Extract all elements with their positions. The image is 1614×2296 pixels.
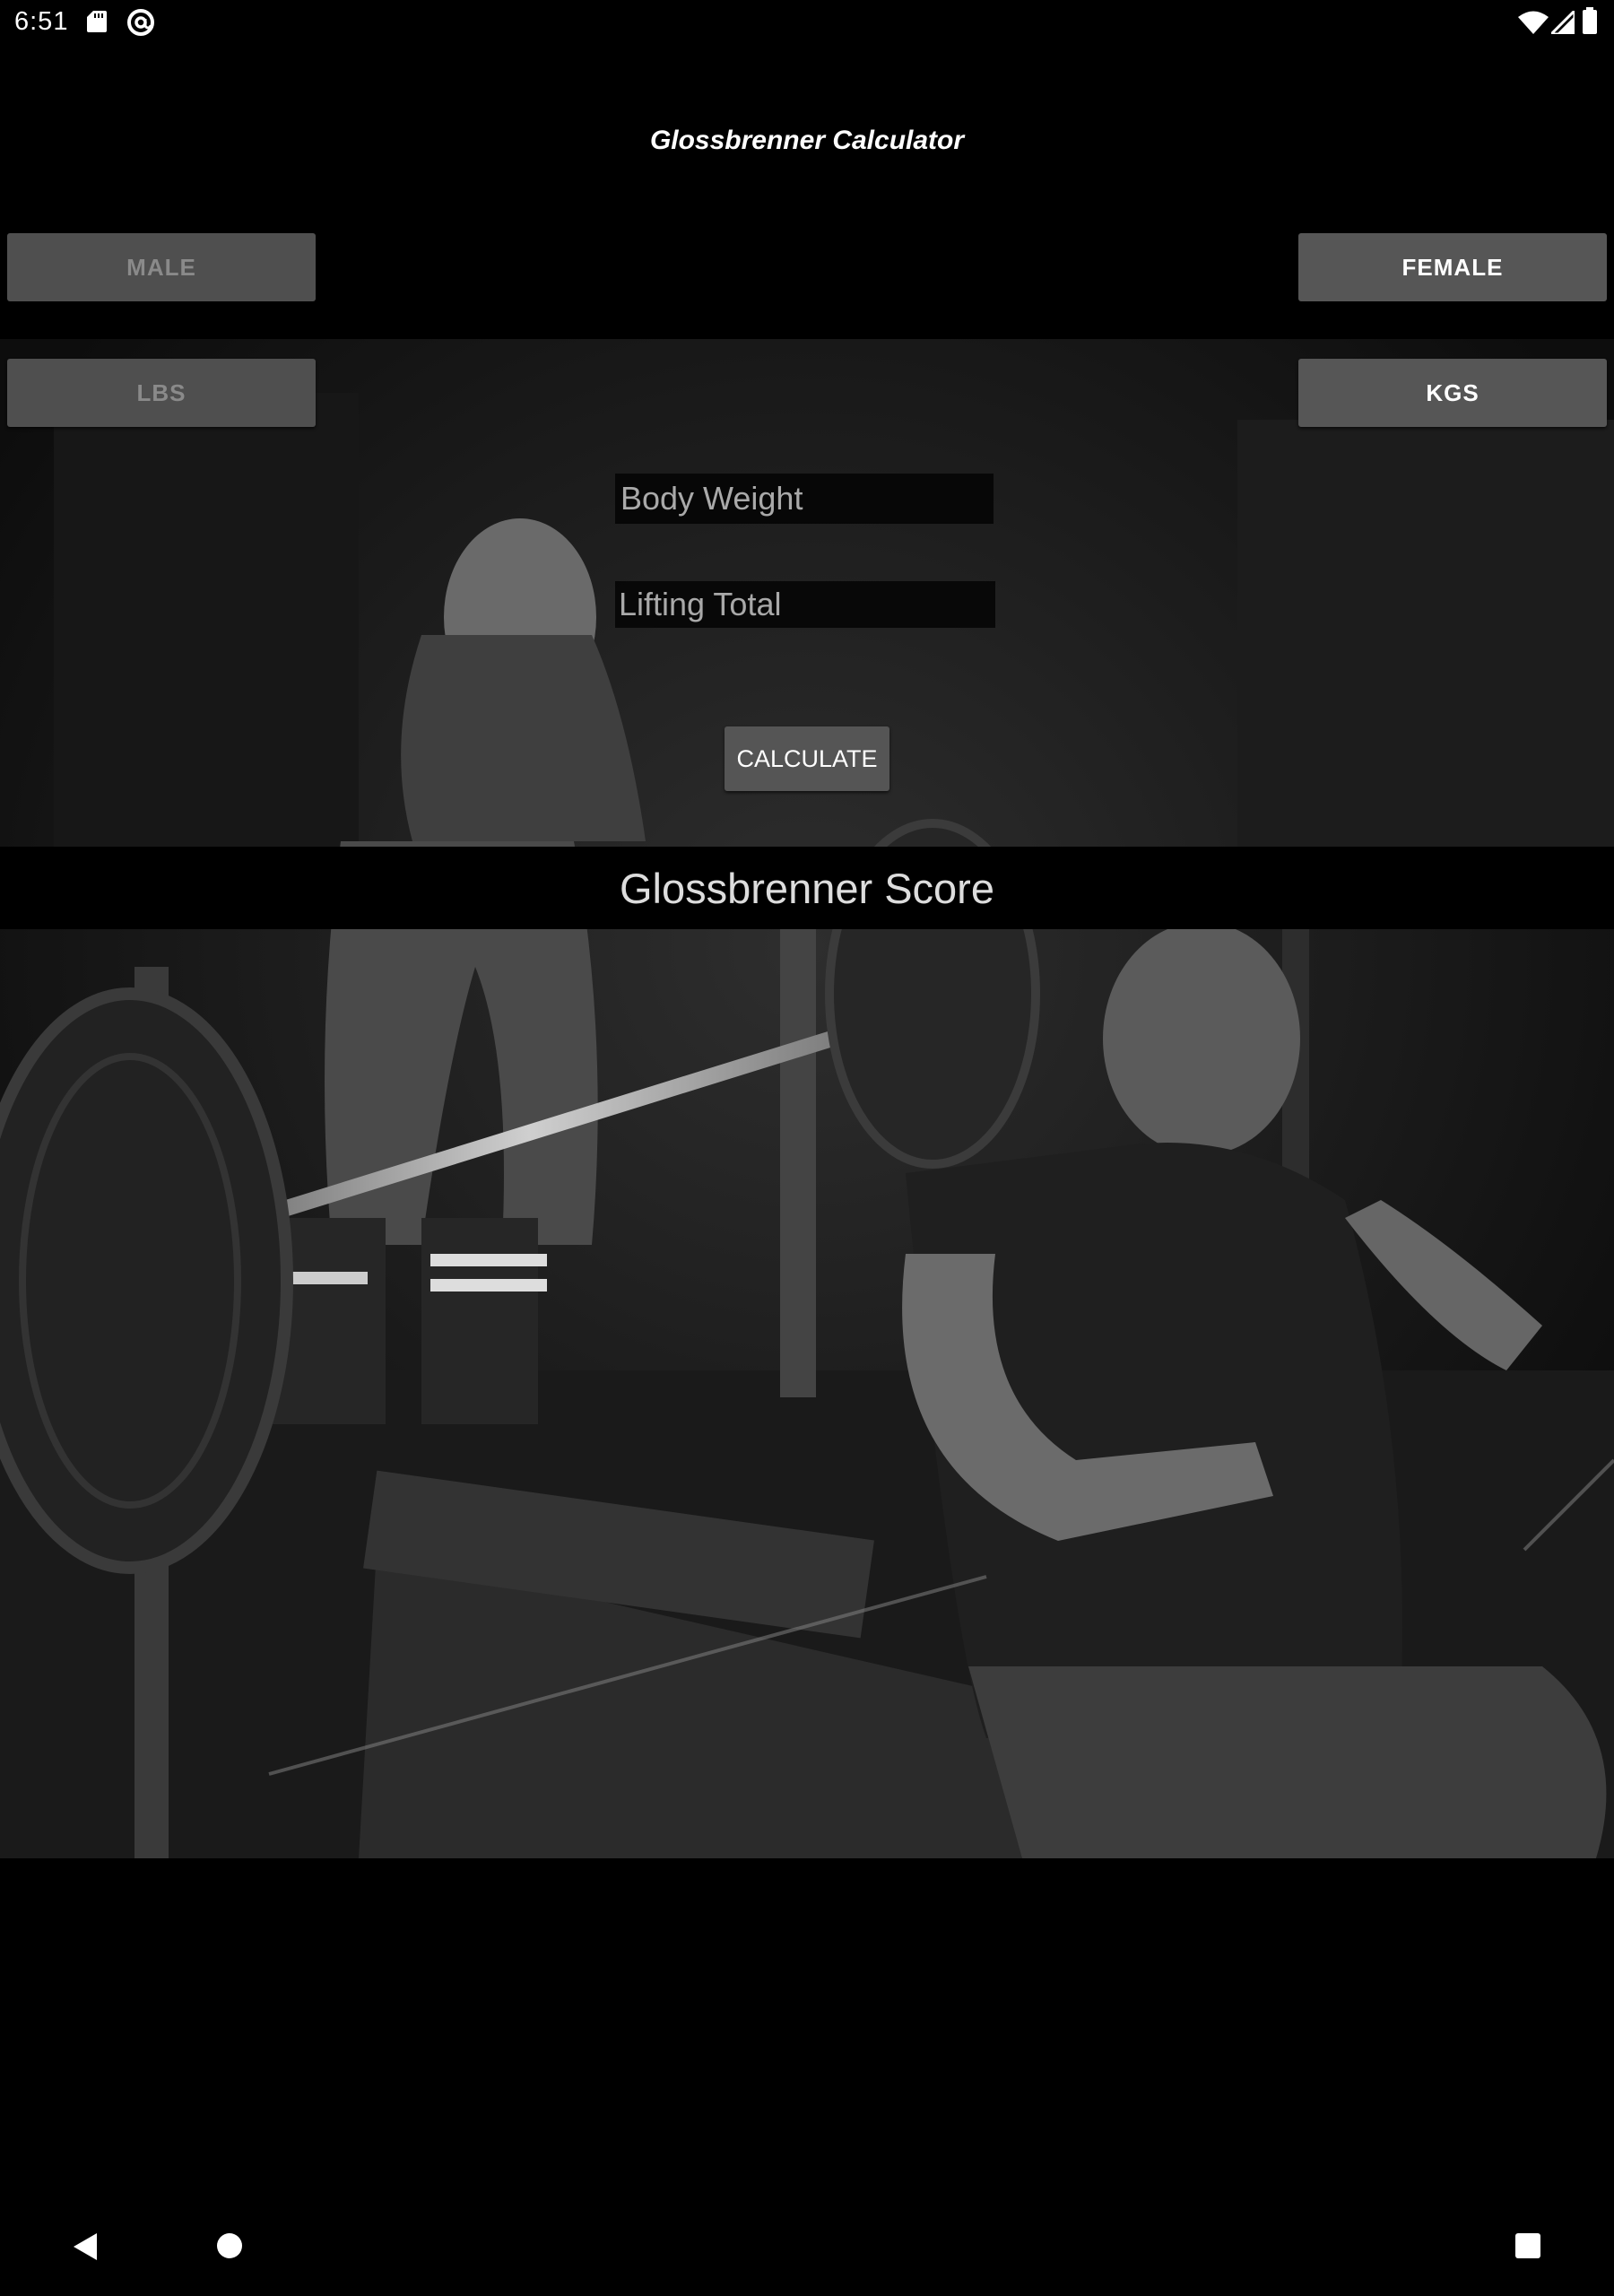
recents-icon[interactable] [1514,2232,1541,2259]
female-button[interactable]: FEMALE [1298,233,1607,301]
score-label: Glossbrenner Score [620,864,994,912]
home-icon[interactable] [216,2232,243,2259]
at-sign-icon [127,9,154,36]
lifting-total-input[interactable] [615,581,995,628]
sd-card-icon [87,11,107,32]
status-bar: 6:51 [0,0,1614,45]
battery-icon [1583,7,1597,34]
signal-icon [1551,11,1575,34]
background-photo [0,339,1614,1858]
status-time: 6:51 [14,7,69,36]
app-title: Glossbrenner Calculator [649,126,965,155]
male-button[interactable]: MALE [7,233,316,301]
lbs-button[interactable]: LBS [7,359,316,427]
score-band: Glossbrenner Score [0,847,1614,929]
kgs-button[interactable]: KGS [1298,359,1607,427]
calculate-button[interactable]: CALCULATE [725,726,889,791]
wifi-icon [1518,11,1549,34]
body-weight-input[interactable] [615,474,994,524]
back-icon[interactable] [70,2231,100,2262]
